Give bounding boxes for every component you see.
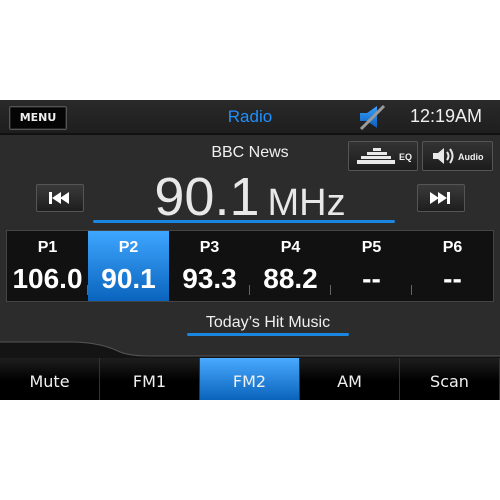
- audio-label: Audio: [458, 152, 484, 162]
- tab-scan[interactable]: Scan: [400, 358, 500, 400]
- frequency-unit: MHz: [267, 182, 346, 224]
- preset-button-p2[interactable]: P2 90.1: [88, 231, 169, 301]
- preset-label: P4: [280, 239, 301, 256]
- tab-fm1[interactable]: FM1: [100, 358, 200, 400]
- preset-frequency: 90.1: [101, 263, 156, 294]
- frequency-display: 90.1 MHz: [0, 166, 500, 228]
- tab-am[interactable]: AM: [300, 358, 400, 400]
- eq-label: EQ: [399, 152, 413, 162]
- preset-label: P5: [361, 239, 382, 256]
- preset-label: P3: [199, 239, 220, 256]
- preset-label: P6: [442, 239, 463, 256]
- clock: 12:19AM: [410, 106, 483, 126]
- rds-text: Today’s Hit Music: [205, 314, 331, 331]
- preset-label: P2: [118, 239, 139, 256]
- preset-button-p4[interactable]: P4 88.2: [250, 231, 331, 301]
- radio-screen: MENU Radio 12:19AM BBC News EQ Audio 90.…: [0, 100, 500, 400]
- preset-button-p6[interactable]: P6 --: [412, 231, 493, 301]
- frequency-value: 90.1: [154, 167, 260, 227]
- frequency-underline: [93, 220, 395, 223]
- preset-button-p1[interactable]: P1 106.0: [7, 231, 88, 301]
- preset-frequency: 88.2: [263, 263, 318, 294]
- preset-button-p5[interactable]: P5 --: [331, 231, 412, 301]
- speaker-muted-icon: [359, 104, 386, 130]
- preset-frequency: 106.0: [12, 263, 83, 294]
- preset-button-p3[interactable]: P3 93.3: [169, 231, 250, 301]
- rds-underline: [187, 333, 349, 336]
- preset-label: P1: [37, 239, 58, 256]
- tab-fm2[interactable]: FM2: [200, 358, 300, 400]
- preset-frequency: --: [443, 263, 462, 294]
- bottom-tab-bar: Mute FM1 FM2 AM Scan: [0, 358, 500, 400]
- tab-mute[interactable]: Mute: [0, 358, 100, 400]
- equalizer-icon: [357, 148, 395, 164]
- speaker-icon: [433, 148, 454, 164]
- preset-frequency: 93.3: [182, 263, 237, 294]
- preset-bar: P1 106.0 P2 90.1 P3 93.3 P4 88.2 P5 -- P6 --: [6, 230, 494, 302]
- header-bar: MENU Radio 12:19AM: [0, 100, 500, 135]
- preset-frequency: --: [362, 263, 381, 294]
